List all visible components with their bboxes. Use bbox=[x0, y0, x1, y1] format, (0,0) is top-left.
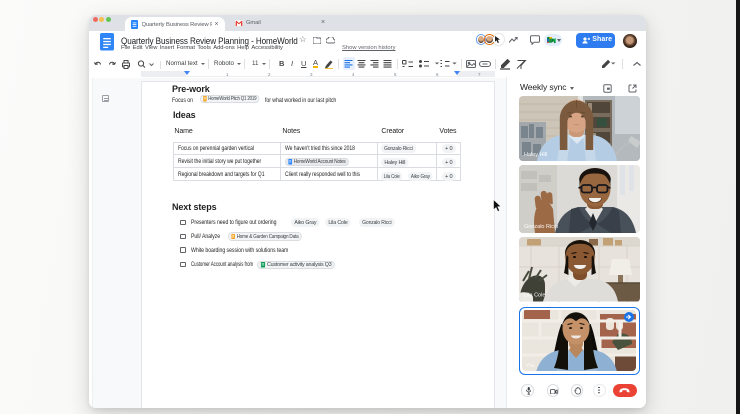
svg-text:Lila Cole: Lila Cole bbox=[524, 293, 545, 299]
svg-text:Haley Hill: Haley Hill bbox=[524, 152, 547, 158]
svg-text:Gonzalo Ricci: Gonzalo Ricci bbox=[524, 224, 558, 230]
svg-text:You: You bbox=[526, 363, 535, 369]
